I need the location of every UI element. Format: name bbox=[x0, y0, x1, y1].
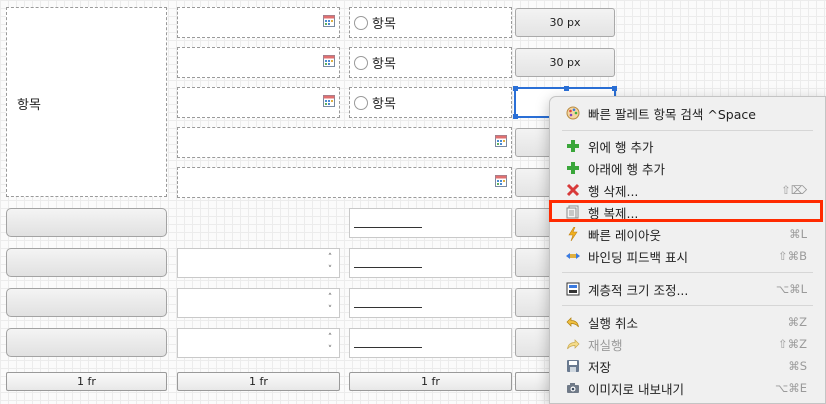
text-field-row7[interactable] bbox=[349, 248, 512, 278]
column-width-footer-2[interactable]: 1 fr bbox=[177, 372, 340, 391]
date-field-wide-row5[interactable] bbox=[177, 167, 512, 198]
menu-item-binding-feedback[interactable]: 바인딩 피드백 표시 ⇧⌘B bbox=[550, 245, 825, 267]
date-field-row2[interactable] bbox=[177, 47, 340, 78]
text-field-row6[interactable] bbox=[349, 208, 512, 238]
binding-feedback-icon bbox=[564, 248, 582, 264]
radio-label: 항목 bbox=[372, 57, 396, 72]
add-green-icon bbox=[564, 138, 582, 154]
menu-separator bbox=[562, 130, 813, 131]
menu-item-label: 저장 bbox=[588, 359, 612, 375]
left-label-text: 항목 bbox=[17, 98, 41, 113]
push-button-row8[interactable] bbox=[6, 288, 167, 317]
context-menu: 빠른 팔레트 항목 검색 ^Space 위에 행 추가 아래에 행 추가 행 삭… bbox=[549, 96, 826, 404]
column-width-footer-1[interactable]: 1 fr bbox=[6, 372, 167, 391]
menu-item-shortcut: ⌘S bbox=[788, 359, 807, 373]
redo-icon bbox=[564, 336, 582, 352]
menu-separator bbox=[562, 272, 813, 273]
radio-item-row1[interactable]: 항목 bbox=[349, 7, 512, 38]
menu-item-quick-layout[interactable]: 빠른 레이아웃 ⌘L bbox=[550, 223, 825, 245]
menu-item-add-row-above[interactable]: 위에 행 추가 bbox=[550, 135, 825, 157]
resize-hierarchy-icon bbox=[564, 281, 582, 297]
radio-item-row2[interactable]: 항목 bbox=[349, 47, 512, 78]
resize-handle[interactable] bbox=[513, 86, 518, 91]
menu-item-label: 계층적 크기 조정... bbox=[588, 282, 689, 298]
text-underline bbox=[354, 347, 422, 348]
resize-handle[interactable] bbox=[612, 86, 617, 91]
menu-item-add-row-below[interactable]: 아래에 행 추가 bbox=[550, 157, 825, 179]
menu-item-label: 빠른 레이아웃 bbox=[588, 227, 661, 243]
menu-item-export-image[interactable]: 이미지로 내보내기 ⌥⌘E bbox=[550, 377, 825, 399]
menu-item-label: 위에 행 추가 bbox=[588, 139, 654, 155]
delete-red-x-icon bbox=[564, 182, 582, 198]
radio-item-row3[interactable]: 항목 bbox=[349, 87, 512, 118]
add-green-icon bbox=[564, 160, 582, 176]
date-field-row3[interactable] bbox=[177, 87, 340, 118]
text-underline bbox=[354, 267, 422, 268]
push-button-row7[interactable] bbox=[6, 248, 167, 277]
push-button-row9[interactable] bbox=[6, 328, 167, 357]
menu-item-quick-palette[interactable]: 빠른 팔레트 항목 검색 ^Space bbox=[550, 102, 825, 124]
menu-item-label: 행 삭제... bbox=[588, 183, 639, 199]
palette-icon bbox=[564, 105, 582, 121]
menu-item-shortcut: ⇧⌦ bbox=[781, 183, 807, 197]
menu-item-delete-row[interactable]: 행 삭제... ⇧⌦ bbox=[550, 179, 825, 201]
undo-icon bbox=[564, 314, 582, 330]
column-width-footer-3[interactable]: 1 fr bbox=[349, 372, 512, 391]
date-field-row1[interactable] bbox=[177, 7, 340, 38]
resize-handle[interactable] bbox=[513, 114, 518, 119]
camera-export-icon bbox=[564, 380, 582, 396]
radio-button[interactable] bbox=[354, 15, 368, 30]
calendar-icon[interactable] bbox=[323, 14, 335, 31]
menu-item-shortcut: ⌘L bbox=[789, 227, 807, 241]
menu-item-shortcut: ⇧⌘B bbox=[777, 249, 807, 263]
calendar-icon[interactable] bbox=[495, 174, 507, 191]
row-height-button-2[interactable]: 30 px bbox=[515, 48, 615, 77]
push-button-row6[interactable] bbox=[6, 208, 167, 237]
menu-item-undo[interactable]: 실행 취소 ⌘Z bbox=[550, 311, 825, 333]
save-disk-icon bbox=[564, 358, 582, 374]
stepper-field-row8[interactable]: ˄ ˅ bbox=[177, 288, 340, 318]
menu-item-save[interactable]: 저장 ⌘S bbox=[550, 355, 825, 377]
menu-item-redo[interactable]: 재실행 ⇧⌘Z bbox=[550, 333, 825, 355]
calendar-icon[interactable] bbox=[323, 94, 335, 111]
text-field-row8[interactable] bbox=[349, 288, 512, 318]
radio-button[interactable] bbox=[354, 95, 368, 110]
menu-item-label: 재실행 bbox=[588, 337, 623, 353]
menu-item-label: 아래에 행 추가 bbox=[588, 161, 665, 177]
stepper-field-row9[interactable]: ˄ ˅ bbox=[177, 328, 340, 358]
radio-label: 항목 bbox=[372, 17, 396, 32]
menu-item-shortcut: ⌘Z bbox=[787, 315, 807, 329]
menu-item-shortcut: ⌥⌘E bbox=[774, 381, 807, 395]
calendar-icon[interactable] bbox=[495, 134, 507, 151]
lightning-icon bbox=[564, 226, 582, 242]
row-height-button-1[interactable]: 30 px bbox=[515, 8, 615, 37]
menu-item-label: 실행 취소 bbox=[588, 315, 638, 331]
stepper-arrows-icon[interactable]: ˄ ˅ bbox=[324, 252, 336, 276]
menu-item-label: 바인딩 피드백 표시 bbox=[588, 249, 688, 265]
text-field-row9[interactable] bbox=[349, 328, 512, 358]
stepper-field-row7[interactable]: ˄ ˅ bbox=[177, 248, 340, 278]
highlight-box bbox=[549, 200, 823, 222]
calendar-icon[interactable] bbox=[323, 54, 335, 71]
stepper-arrows-icon[interactable]: ˄ ˅ bbox=[324, 332, 336, 356]
resize-handle[interactable] bbox=[564, 86, 569, 91]
menu-item-shortcut: ⌥⌘L bbox=[775, 282, 807, 296]
left-label-cell[interactable]: 항목 bbox=[6, 7, 167, 197]
text-underline bbox=[354, 307, 422, 308]
menu-item-label: 빠른 팔레트 항목 검색 ^Space bbox=[588, 106, 756, 122]
radio-label: 항목 bbox=[372, 97, 396, 112]
menu-item-label: 이미지로 내보내기 bbox=[588, 381, 684, 397]
text-underline bbox=[354, 227, 422, 228]
stepper-arrows-icon[interactable]: ˄ ˅ bbox=[324, 292, 336, 316]
menu-separator bbox=[562, 305, 813, 306]
menu-item-shortcut: ⇧⌘Z bbox=[777, 337, 807, 351]
menu-item-hierarchical-resize[interactable]: 계층적 크기 조정... ⌥⌘L bbox=[550, 278, 825, 300]
date-field-wide-row4[interactable] bbox=[177, 127, 512, 158]
radio-button[interactable] bbox=[354, 55, 368, 70]
